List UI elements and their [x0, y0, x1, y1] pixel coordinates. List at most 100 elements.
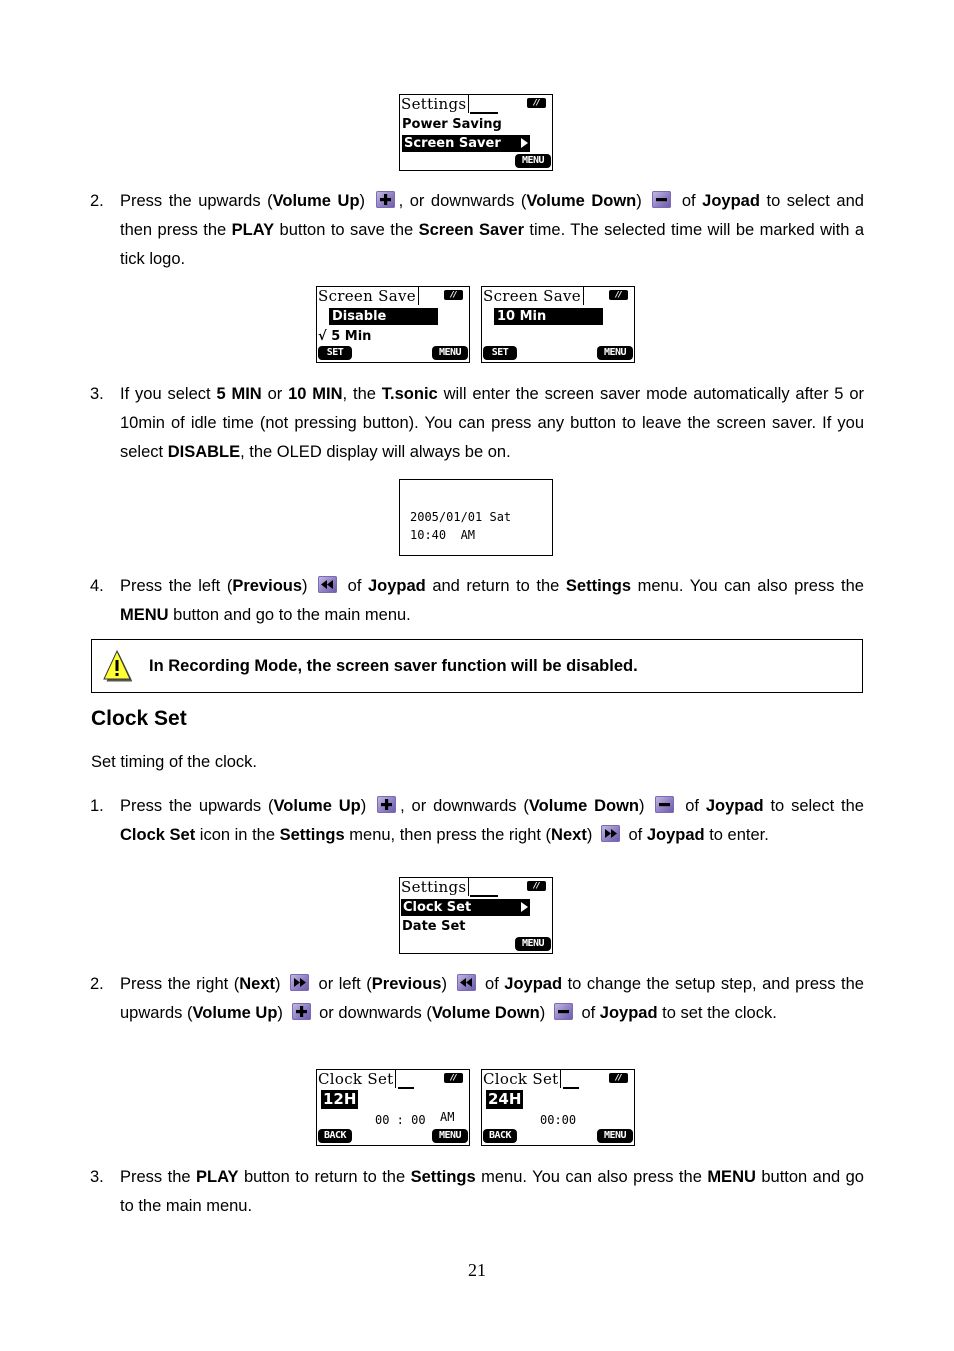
text-fragment: of	[479, 975, 505, 993]
text-fragment: icon in the	[195, 826, 280, 844]
menu-item: Power Saving	[402, 117, 502, 132]
bold-term: Settings	[410, 1168, 476, 1186]
lcd-clock-set-12h: Clock Set // 12H 00 : 00 AM BACK MENU	[316, 1069, 470, 1146]
text-fragment: Press the left (	[120, 577, 233, 595]
step-text: If you select 5 MIN or 10 MIN, the T.son…	[120, 380, 864, 467]
text-fragment: )	[277, 1004, 288, 1022]
title-underline	[398, 1087, 414, 1089]
lcd-title: Screen Save	[318, 287, 419, 305]
step-number: 2.	[90, 192, 104, 210]
text-fragment: of	[576, 1004, 600, 1022]
text-fragment: button to save the	[274, 221, 419, 239]
bold-term: Volume Up	[273, 797, 361, 815]
lcd-clock-display: 2005/01/01 Sat 10:40 AM	[399, 479, 553, 556]
step-number: 3.	[90, 1168, 104, 1186]
minus-icon	[553, 1003, 573, 1020]
bold-term: Joypad	[705, 797, 764, 815]
bold-term: 10 MIN	[288, 385, 343, 403]
bold-term: Joypad	[702, 192, 760, 210]
lcd-title: Settings	[401, 95, 470, 113]
text-fragment: )	[639, 797, 652, 815]
menu-item-checked: √ 5 Min	[318, 329, 372, 344]
text-fragment: to set the clock.	[657, 1004, 777, 1022]
battery-icon: //	[609, 290, 628, 300]
menu-softkey: MENU	[432, 346, 468, 360]
text-fragment: of	[341, 577, 368, 595]
warning-icon	[103, 649, 132, 682]
text-fragment: of	[675, 192, 703, 210]
step-number: 2.	[90, 975, 104, 993]
step-text: Press the upwards (Volume Up) , or downw…	[120, 792, 864, 850]
minus-icon	[655, 796, 675, 813]
rewind-icon	[456, 974, 476, 991]
menu-softkey: MENU	[515, 937, 551, 951]
date-line: 2005/01/01 Sat	[410, 510, 512, 524]
text-fragment: or downwards (	[314, 1004, 432, 1022]
text-fragment: )	[636, 192, 649, 210]
bold-term: Previous	[371, 975, 442, 993]
text-fragment: button and go to the main menu.	[168, 606, 411, 624]
menu-item-selected: Screen Saver	[402, 135, 530, 152]
step-number: 1.	[90, 797, 104, 815]
bold-term: Volume Down	[526, 192, 637, 210]
lcd-title: Clock Set	[318, 1070, 397, 1088]
bold-term: Joypad	[646, 826, 705, 844]
time-value: 00:00	[540, 1113, 577, 1127]
text-fragment: , the OLED display will always be on.	[240, 443, 511, 461]
lcd-title: Screen Save	[483, 287, 584, 305]
bold-term: Screen Saver	[418, 221, 524, 239]
text-fragment: , or downwards (	[398, 192, 527, 210]
text-fragment: or	[261, 385, 289, 403]
step-text: Press the PLAY button to return to the S…	[120, 1163, 864, 1221]
minus-icon	[652, 191, 672, 208]
menu-softkey: MENU	[515, 154, 551, 168]
step-text: Press the upwards (Volume Up) , or downw…	[120, 187, 864, 274]
text-fragment: of	[678, 797, 706, 815]
menu-item-selected: Clock Set	[401, 899, 530, 916]
bold-term: Next	[239, 975, 276, 993]
lcd-screen-save-disable: Screen Save // Disable √ 5 Min SET MENU	[316, 286, 470, 363]
plus-icon	[291, 1003, 311, 1020]
text-fragment: , the	[342, 385, 382, 403]
text-fragment: menu, then press the right (	[344, 826, 552, 844]
lcd-settings-clock-set: Settings // Clock Set Date Set MENU	[399, 877, 553, 954]
lcd-clock-set-24h: Clock Set // 24H 00:00 BACK MENU	[481, 1069, 635, 1146]
bold-term: MENU	[120, 606, 169, 624]
ampm-value: AM	[440, 1110, 455, 1124]
text-fragment: Press the right (	[120, 975, 240, 993]
menu-item-selected: 10 Min	[494, 308, 603, 325]
plus-icon	[377, 796, 397, 813]
section-intro: Set timing of the clock.	[91, 753, 257, 771]
text-fragment: to enter.	[704, 826, 769, 844]
title-underline	[470, 112, 498, 114]
bold-term: DISABLE	[167, 443, 241, 461]
text-fragment: button to return to the	[238, 1168, 411, 1186]
text-fragment: Press the upwards (	[120, 192, 273, 210]
hour-mode: 24H	[486, 1090, 524, 1109]
step-number: 3.	[90, 385, 104, 403]
hour-mode: 12H	[321, 1090, 359, 1109]
bold-term: Volume Down	[431, 1004, 540, 1022]
text-fragment: )	[441, 975, 453, 993]
bold-term: Settings	[279, 826, 345, 844]
bold-term: PLAY	[231, 221, 275, 239]
text-fragment: If you select	[120, 385, 217, 403]
bold-term: Clock Set	[120, 826, 196, 844]
back-softkey: BACK	[483, 1129, 517, 1143]
title-underline	[563, 1087, 579, 1089]
text-fragment: , or downwards (	[400, 797, 529, 815]
fast-forward-icon	[600, 825, 620, 842]
bold-term: Volume Down	[528, 797, 640, 815]
time-line: 10:40 AM	[410, 528, 476, 542]
text-fragment: menu. You can also press the	[475, 1168, 708, 1186]
set-softkey: SET	[318, 346, 352, 360]
text-fragment: of	[623, 826, 647, 844]
step-number: 4.	[90, 577, 104, 595]
text-fragment: Press the	[120, 1168, 196, 1186]
bold-term: Volume Up	[192, 1004, 278, 1022]
rewind-icon	[318, 576, 338, 593]
back-softkey: BACK	[318, 1129, 352, 1143]
battery-icon: //	[527, 98, 546, 108]
menu-item-selected: Disable	[329, 308, 438, 325]
lcd-title: Settings	[401, 878, 470, 896]
